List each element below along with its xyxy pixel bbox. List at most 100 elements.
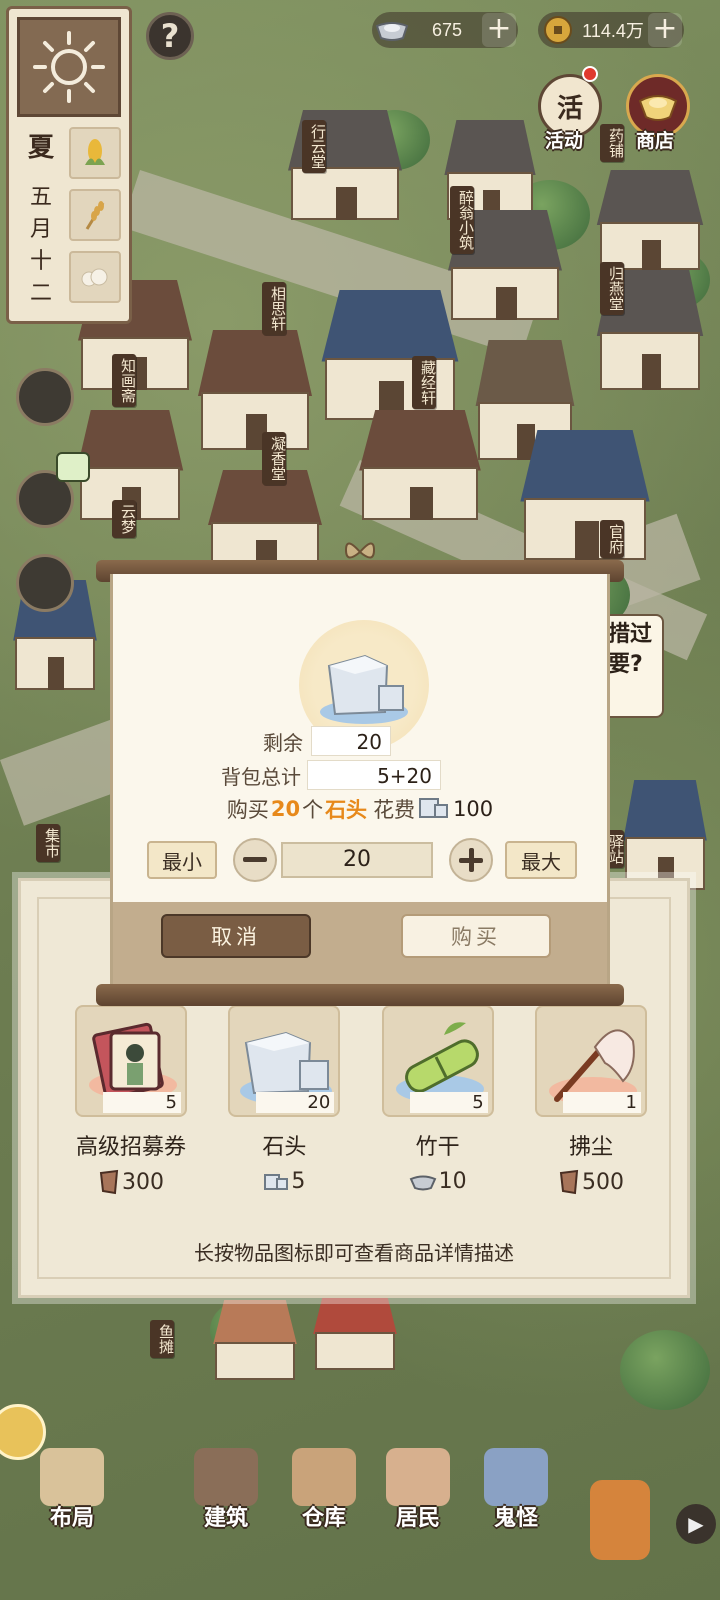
bamboo-icon[interactable]: 5 <box>381 1005 494 1117</box>
stone-icon[interactable]: 20 <box>228 1005 341 1117</box>
cancel-button[interactable]: 取消 <box>161 914 311 958</box>
purchase-summary: 购买 20 个 石头 花费 100 <box>113 794 607 824</box>
nav-residents[interactable]: 居民 <box>386 1448 450 1532</box>
notification-dot <box>582 66 598 82</box>
shop-items: 5 高级招募券 300 20 石头 5 5 竹干 10 1 拂尘 500 <box>61 1005 661 1195</box>
shop-label: 商店 <box>636 130 675 152</box>
max-button[interactable]: 最大 <box>505 841 577 879</box>
remaining-value: 20 <box>311 726 391 756</box>
silver-ingot-icon <box>372 12 412 48</box>
cotton-crop-icon[interactable] <box>69 251 121 303</box>
shop-item[interactable]: 1 拂尘 500 <box>521 1005 661 1195</box>
activity-label: 活动 <box>545 130 584 152</box>
recruit-ticket-icon[interactable]: 5 <box>75 1005 187 1117</box>
calendar-panel: 夏 五 月 十 二 <box>6 6 132 324</box>
item-name: 高级招募券 <box>75 1135 186 1160</box>
wheat-crop-icon[interactable] <box>69 189 121 241</box>
item-count: 5 <box>409 1092 488 1113</box>
ghost-icon <box>484 1448 548 1506</box>
item-price: 5 <box>263 1169 305 1194</box>
nav-label: 鬼怪 <box>493 1506 538 1531</box>
weather-sun-icon[interactable] <box>17 17 121 117</box>
shop-ingot-icon <box>638 95 678 121</box>
buy-button[interactable]: 购买 <box>401 914 551 958</box>
help-button[interactable]: ? <box>146 12 194 60</box>
summary-unit: 个 <box>302 798 324 822</box>
date-char: 十 <box>29 249 52 274</box>
item-price-value: 300 <box>122 1169 164 1195</box>
corn-crop-icon[interactable] <box>69 127 121 179</box>
quantity-input[interactable]: 20 <box>281 842 433 878</box>
decrease-button[interactable] <box>233 838 277 882</box>
season-label: 夏 <box>27 133 54 163</box>
summary-cost-label: 花费 <box>373 798 416 822</box>
lantern-icon <box>590 1480 650 1560</box>
coin-currency: 114.4万 + <box>538 12 684 48</box>
coin-value: 114.4万 <box>582 21 644 41</box>
bag-total-label: 背包总计 <box>221 764 301 789</box>
warehouse-icon <box>292 1448 356 1506</box>
date-char: 五 <box>29 185 52 210</box>
building-sign[interactable]: 凝香堂 <box>262 432 287 485</box>
dialog-body: 剩余 20 背包总计 5+20 购买 20 个 石头 花费 100 最小 20 … <box>110 574 610 986</box>
silver-ingot-icon <box>409 1175 436 1190</box>
nav-warehouse[interactable]: 仓库 <box>292 1448 356 1532</box>
add-silver-button[interactable]: + <box>482 13 516 47</box>
item-name: 竹干 <box>415 1135 460 1160</box>
silver-currency: 675 + <box>372 12 518 48</box>
shop-hint: 长按物品图标即可查看商品详情描述 <box>194 1241 514 1265</box>
whisk-icon[interactable]: 1 <box>534 1005 647 1117</box>
shop-item[interactable]: 5 高级招募券 300 <box>61 1005 201 1195</box>
date-char: 月 <box>29 217 52 242</box>
nav-layout[interactable]: 布局 <box>40 1448 104 1532</box>
nav-label: 居民 <box>395 1506 440 1531</box>
summary-cost: 100 <box>453 797 494 821</box>
stone-currency-icon <box>264 1173 289 1190</box>
building-sign[interactable]: 药铺 <box>600 124 625 162</box>
item-price-value: 5 <box>291 1169 306 1194</box>
min-button[interactable]: 最小 <box>147 841 217 879</box>
dialog-bottom-rod <box>96 984 624 1006</box>
bag-total-value: 5+20 <box>307 760 441 790</box>
building-sign[interactable]: 相思轩 <box>262 282 287 335</box>
expand-arrow-button[interactable]: ▶ <box>676 1504 716 1544</box>
building-sign[interactable]: 藏经轩 <box>412 356 437 409</box>
increase-button[interactable] <box>449 838 493 882</box>
item-count: 1 <box>562 1092 641 1113</box>
token-icon <box>559 1169 579 1195</box>
plus-icon <box>459 848 483 872</box>
remaining-label: 剩余 <box>263 730 303 755</box>
minus-icon <box>243 857 267 862</box>
hero-avatar-button[interactable] <box>16 368 74 426</box>
nav-label: 建筑 <box>203 1506 248 1531</box>
building-sign[interactable]: 云梦 <box>112 500 137 538</box>
item-price: 500 <box>558 1169 624 1195</box>
item-price-value: 500 <box>581 1169 624 1195</box>
chat-bubble-icon <box>56 452 90 482</box>
mail-button[interactable] <box>16 554 74 612</box>
building-sign[interactable]: 行云堂 <box>302 120 327 173</box>
summary-quantity: 20 <box>270 797 301 821</box>
shop-item[interactable]: 20 石头 5 <box>214 1005 354 1195</box>
item-count: 5 <box>103 1092 181 1113</box>
building-sign[interactable]: 知画斋 <box>112 354 137 407</box>
building-sign[interactable]: 醉翁小筑 <box>450 186 475 254</box>
building-sign[interactable]: 集市 <box>36 824 61 862</box>
nav-build[interactable]: 建筑 <box>194 1448 258 1532</box>
shop-item[interactable]: 5 竹干 10 <box>368 1005 508 1195</box>
purchase-dialog: 剩余 20 背包总计 5+20 购买 20 个 石头 花费 100 最小 20 … <box>96 542 624 1006</box>
item-count: 20 <box>256 1092 335 1113</box>
token-icon <box>99 1169 119 1195</box>
nav-ghosts[interactable]: 鬼怪 <box>484 1448 548 1532</box>
copper-coin-icon <box>538 12 578 48</box>
bottom-nav: 布局 建筑 仓库 居民 鬼怪 <box>0 1404 720 1600</box>
item-name: 拂尘 <box>568 1135 613 1160</box>
building-sign[interactable]: 官府 <box>600 520 625 558</box>
building-sign[interactable]: 鱼摊 <box>150 1320 175 1358</box>
add-coin-button[interactable]: + <box>648 13 682 47</box>
layout-icon <box>40 1448 104 1506</box>
resident-icon <box>386 1448 450 1506</box>
item-price-value: 10 <box>438 1169 467 1194</box>
stone-currency-icon <box>419 798 449 818</box>
building-sign[interactable]: 归燕堂 <box>600 262 625 315</box>
